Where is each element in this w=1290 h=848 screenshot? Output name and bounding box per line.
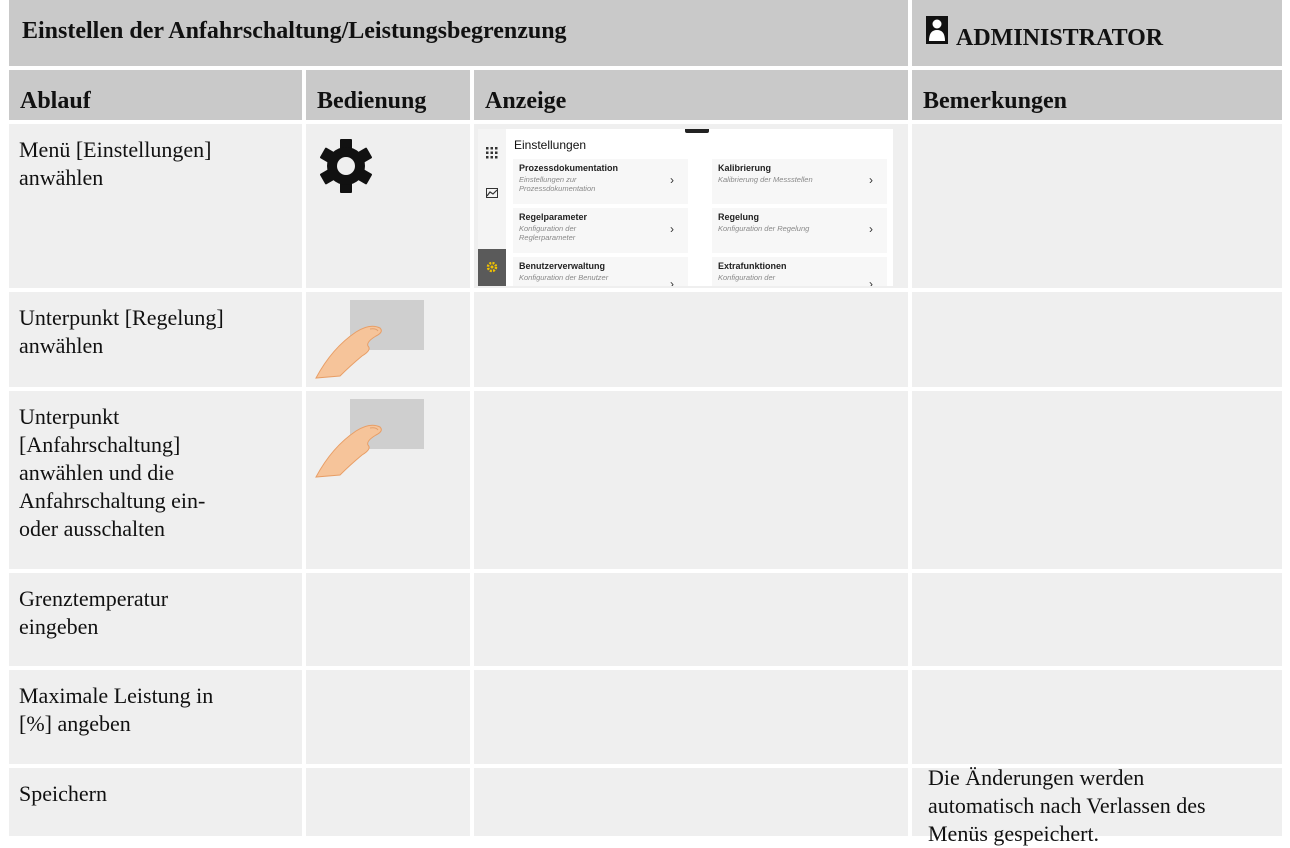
gear-icon (484, 259, 500, 275)
bedienung-cell (306, 573, 470, 666)
ablauf-cell: Maximale Leistung in [%] angeben (9, 670, 302, 764)
chart-icon (484, 185, 500, 201)
chevron-right-icon: › (670, 277, 674, 286)
card-regelung: Regelung Konfiguration der Regelung › (712, 208, 887, 253)
bemerkungen-cell (912, 292, 1282, 387)
bemerkungen-text: Die Änderungen werden automatisch nach V… (928, 765, 1206, 846)
touch-finger-icon (315, 399, 424, 478)
ablauf-text: Grenztemperatur eingeben (19, 586, 169, 639)
title-bar: Einstellen der Anfahrschaltung/Leistungs… (0, 0, 1290, 66)
chevron-right-icon: › (869, 173, 873, 187)
card-subtitle: Konfiguration der (718, 273, 776, 282)
card-title: Regelung (718, 212, 760, 222)
ablauf-cell: Menü [Einstellungen] anwählen (9, 124, 302, 288)
grid-icon (484, 145, 500, 161)
card-title: Regelparameter (519, 212, 588, 222)
card-title: Prozessdokumentation (519, 163, 619, 173)
page-title: Einstellen der Anfahrschaltung/Leistungs… (22, 18, 567, 44)
ablauf-cell: Unterpunkt [Anfahrschaltung] anwählen un… (9, 391, 302, 569)
role-cell: ADMINISTRATOR (912, 0, 1282, 66)
card-title: Benutzerverwaltung (519, 261, 606, 271)
header-row: Ablauf Bedienung Anzeige Bemerkungen (0, 70, 1290, 120)
chevron-right-icon: › (869, 277, 873, 286)
card-title: Extrafunktionen (718, 261, 787, 271)
card-prozessdokumentation: Prozessdokumentation Einstellungen zur P… (513, 159, 688, 204)
anzeige-cell (474, 670, 908, 764)
bemerkungen-cell (912, 670, 1282, 764)
anzeige-cell: Einstellungen Prozessdokumentation Einst… (474, 124, 908, 288)
bedienung-cell (306, 670, 470, 764)
card-regelparameter: Regelparameter Konfiguration der Reglerp… (513, 208, 688, 253)
gear-icon (319, 139, 373, 193)
bemerkungen-cell (912, 391, 1282, 569)
card-kalibrierung: Kalibrierung Kalibrierung der Messstelle… (712, 159, 887, 204)
top-handle (685, 129, 709, 133)
ablauf-cell: Grenztemperatur eingeben (9, 573, 302, 666)
col-header-anzeige-label: Anzeige (485, 88, 567, 114)
anzeige-cell (474, 391, 908, 569)
col-header-anzeige: Anzeige (474, 70, 908, 120)
card-benutzerverwaltung: Benutzerverwaltung Konfiguration der Ben… (513, 257, 688, 286)
anzeige-cell (474, 292, 908, 387)
chevron-right-icon: › (869, 222, 873, 236)
touch-finger-icon (315, 300, 424, 379)
screen-title: Einstellungen (514, 138, 587, 152)
ablauf-cell: Speichern (9, 768, 302, 836)
table-row: Speichern Die Änderungen werden automati… (0, 765, 1290, 846)
col-header-bedienung-label: Bedienung (317, 88, 427, 114)
col-header-ablauf-label: Ablauf (20, 88, 91, 114)
ablauf-text: Menü [Einstellungen] anwählen (19, 137, 212, 190)
ablauf-text: Unterpunkt [Anfahrschaltung] anwählen un… (19, 404, 206, 541)
ablauf-text: Speichern (19, 781, 107, 806)
settings-screenshot: Einstellungen Prozessdokumentation Einst… (478, 129, 893, 286)
table-row: Unterpunkt [Anfahrschaltung] anwählen un… (0, 391, 1290, 569)
anzeige-cell (474, 573, 908, 666)
role-text: ADMINISTRATOR (956, 25, 1164, 51)
bemerkungen-cell (912, 573, 1282, 666)
bemerkungen-cell: Die Änderungen werden automatisch nach V… (912, 765, 1282, 846)
col-header-bemerkungen-label: Bemerkungen (923, 88, 1067, 114)
ablauf-cell: Unterpunkt [Regelung] anwählen (9, 292, 302, 387)
bedienung-cell (306, 768, 470, 836)
bemerkungen-cell (912, 124, 1282, 288)
chevron-right-icon: › (670, 222, 674, 236)
card-subtitle: Konfiguration der Benutzer (519, 273, 609, 282)
ablauf-text: Unterpunkt [Regelung] anwählen (19, 305, 224, 358)
card-subtitle: Einstellungen zur Prozessdokumentation (519, 175, 596, 193)
ablauf-text: Maximale Leistung in [%] angeben (19, 683, 214, 736)
card-extrafunktionen: Extrafunktionen Konfiguration der › (712, 257, 887, 286)
card-subtitle: Konfiguration der Reglerparameter (519, 224, 577, 242)
col-header-bemerkungen: Bemerkungen (912, 70, 1282, 120)
table-row: Menü [Einstellungen] anwählen Einstellun… (0, 124, 1290, 288)
bedienung-cell (306, 292, 470, 387)
anzeige-cell (474, 768, 908, 836)
table-row: Maximale Leistung in [%] angeben (0, 670, 1290, 764)
col-header-ablauf: Ablauf (9, 70, 302, 120)
user-icon (926, 16, 948, 44)
chevron-right-icon: › (670, 173, 674, 187)
card-subtitle: Konfiguration der Regelung (718, 224, 810, 233)
table-row: Grenztemperatur eingeben (0, 573, 1290, 666)
bedienung-cell (306, 124, 470, 288)
card-subtitle: Kalibrierung der Messstellen (718, 175, 813, 184)
card-title: Kalibrierung (718, 163, 772, 173)
table-row: Unterpunkt [Regelung] anwählen (0, 292, 1290, 387)
role-label: ADMINISTRATOR (926, 16, 1163, 51)
bedienung-cell (306, 391, 470, 569)
col-header-bedienung: Bedienung (306, 70, 470, 120)
title-cell: Einstellen der Anfahrschaltung/Leistungs… (9, 0, 908, 66)
